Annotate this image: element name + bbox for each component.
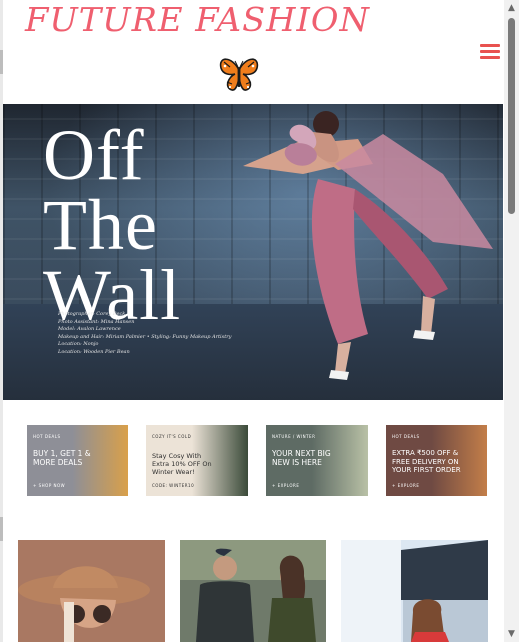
promo-cta[interactable]: CODE: WINTER10 xyxy=(152,483,194,488)
hero-title: Off The Wall xyxy=(43,115,181,331)
promo-tag: HOT DEALS xyxy=(392,434,420,439)
product-card-storefront[interactable] xyxy=(341,540,488,642)
scroll-up-arrow-icon[interactable]: ▲ xyxy=(506,3,517,13)
brand-title[interactable]: FUTURE FASHION xyxy=(25,0,370,39)
promo-tag: HOT DEALS xyxy=(33,434,61,439)
promo-headline: YOUR NEXT BIG NEW IS HERE xyxy=(272,449,331,467)
hamburger-menu-icon[interactable] xyxy=(480,44,500,60)
butterfly-logo-icon[interactable] xyxy=(218,56,260,94)
credit-line: Model: Avalon Lawrence xyxy=(58,326,121,332)
promo-cta[interactable]: + SHOP NOW xyxy=(33,483,65,488)
hero-banner[interactable]: Off The Wall Photographer: Corey Beck Ph… xyxy=(3,104,503,400)
model-hat-image xyxy=(18,540,165,642)
promo-headline: Stay Cosy With Extra 10% OFF On Winter W… xyxy=(152,452,212,476)
vertical-scrollbar[interactable]: ▲ ▼ xyxy=(504,0,519,642)
promo-tile-first-order[interactable]: HOT DEALS EXTRA ₹500 OFF & FREE DELIVERY… xyxy=(386,425,487,496)
credit-line: Photographer: Corey Beck xyxy=(58,311,126,317)
hero-credits: Photographer: Corey Beck Photo Assistant… xyxy=(58,311,258,356)
credit-line: Makeup and Hair: Miriam Palmier • Stylin… xyxy=(58,333,232,340)
couple-jackets-image xyxy=(180,540,326,642)
scrollbar-thumb[interactable] xyxy=(508,18,515,214)
credit-line: Location: Wooden Pier Bean xyxy=(58,348,130,355)
promo-tile-buy1get1[interactable]: HOT DEALS BUY 1, GET 1 & MORE DEALS + SH… xyxy=(27,425,128,496)
header: FUTURE FASHION xyxy=(3,0,504,102)
promo-tile-winter-offer[interactable]: COZY IT'S COLD Stay Cosy With Extra 10% … xyxy=(146,425,248,496)
edge-marker xyxy=(0,517,3,541)
promo-headline: BUY 1, GET 1 & MORE DEALS xyxy=(33,449,91,467)
promo-cta[interactable]: + EXPLORE xyxy=(272,483,299,488)
promo-tag: NATURE / WINTER xyxy=(272,434,316,439)
promo-tag: COZY IT'S COLD xyxy=(152,434,192,439)
woman-storefront-image xyxy=(341,540,488,642)
credit-line: Location: Nonjo xyxy=(58,341,99,347)
product-card-hat[interactable] xyxy=(18,540,165,642)
scroll-down-arrow-icon[interactable]: ▼ xyxy=(506,629,517,639)
hero-title-line: The xyxy=(43,185,158,265)
hero-title-line: Off xyxy=(43,115,145,195)
page: FUTURE FASHION Off The Wall Photographer… xyxy=(0,0,519,642)
model-figure-image xyxy=(243,111,493,380)
promo-headline: EXTRA ₹500 OFF & FREE DELIVERY ON YOUR F… xyxy=(392,449,461,474)
promo-tile-new-arrivals[interactable]: NATURE / WINTER YOUR NEXT BIG NEW IS HER… xyxy=(266,425,368,496)
promo-cta[interactable]: + EXPLORE xyxy=(392,483,419,488)
product-card-couple[interactable] xyxy=(180,540,326,642)
credit-line: Photo Assistant: Mina Hansen xyxy=(58,318,135,325)
